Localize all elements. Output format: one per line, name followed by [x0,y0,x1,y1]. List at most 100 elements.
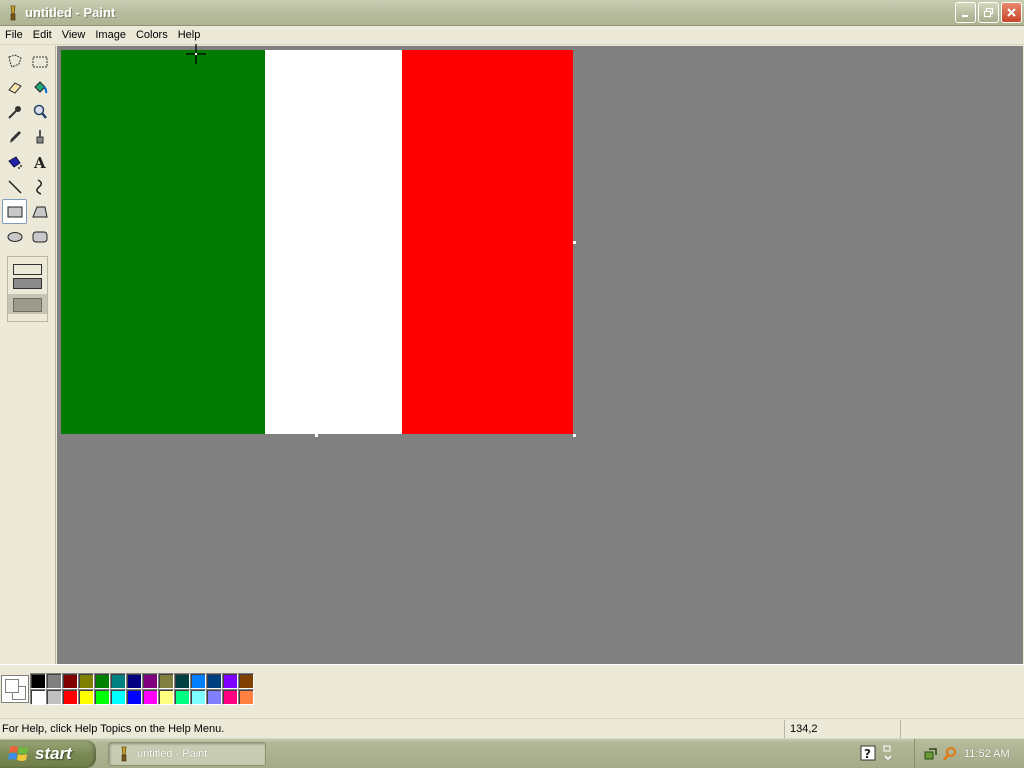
fill-bucket-icon[interactable] [27,74,52,99]
airbrush-icon[interactable] [2,149,27,174]
resize-handle-right[interactable] [573,241,576,244]
paint-app-icon [121,746,127,762]
text-icon[interactable]: A [27,149,52,174]
menu-file[interactable]: File [0,26,28,45]
palette-swatch[interactable] [78,673,94,689]
rounded-rect-icon[interactable] [27,224,52,249]
palette-swatch[interactable] [110,689,126,705]
polygon-icon[interactable] [27,199,52,224]
chevron-down-icon[interactable] [882,744,894,762]
toolbox: A [0,46,56,664]
palette-swatch[interactable] [62,689,78,705]
menu-view[interactable]: View [57,26,91,45]
free-form-select-icon[interactable] [2,49,27,74]
system-tray: 11:52 AM [914,739,1024,768]
rect-select-icon[interactable] [27,49,52,74]
palette-swatch[interactable] [46,689,62,705]
palette-swatch[interactable] [78,689,94,705]
curve-icon[interactable] [27,174,52,199]
palette-swatch[interactable] [110,673,126,689]
canvas-area[interactable] [57,46,1023,664]
palette-swatch-color [95,690,109,704]
svg-text:?: ? [864,747,871,761]
taskbar-item-paint[interactable]: untitled - Paint [108,742,266,766]
palette-swatch[interactable] [222,689,238,705]
color-picker-icon[interactable] [2,99,27,124]
palette-swatch[interactable] [238,673,254,689]
palette-swatch[interactable] [126,673,142,689]
palette-swatch[interactable] [46,673,62,689]
ellipse-icon[interactable] [2,224,27,249]
palette-swatch[interactable] [158,673,174,689]
palette-swatch[interactable] [62,673,78,689]
palette-swatch-color [47,690,61,704]
search-icon[interactable] [942,746,958,762]
palette-swatch-color [31,690,45,704]
svg-text:A: A [33,154,46,171]
palette-swatch[interactable] [190,673,206,689]
palette-swatch[interactable] [174,689,190,705]
palette-swatch[interactable] [158,689,174,705]
current-colors[interactable] [1,675,29,703]
palette-swatch[interactable] [190,689,206,705]
clock: 11:52 AM [964,748,1010,760]
menu-edit[interactable]: Edit [28,26,57,45]
palette-swatch[interactable] [222,673,238,689]
palette-swatch[interactable] [142,673,158,689]
palette-swatch-color [207,690,221,704]
palette-swatch-color [79,674,93,688]
red-stripe[interactable] [402,50,573,434]
restore-button[interactable] [978,2,999,23]
palette-swatch-color [143,674,157,688]
green-stripe[interactable] [61,50,265,434]
crosshair-cursor-icon [186,44,206,64]
palette-swatch[interactable] [206,689,222,705]
pencil-icon[interactable] [2,124,27,149]
palette-swatch-color [127,690,141,704]
foreground-color-swatch[interactable] [5,679,19,693]
drawing-canvas[interactable] [61,50,573,434]
palette-swatch-color [95,674,109,688]
line-icon[interactable] [2,174,27,199]
menu-colors[interactable]: Colors [131,26,173,45]
palette-swatch[interactable] [126,689,142,705]
outline-fill-option[interactable] [13,278,42,289]
start-button[interactable]: start [0,740,96,768]
palette-swatch-color [79,690,93,704]
palette-swatch[interactable] [30,673,46,689]
start-label: start [35,744,72,763]
palette-swatch-color [239,674,253,688]
resize-handle-bottom[interactable] [315,434,318,437]
palette-swatch-color [111,690,125,704]
paint-app-icon[interactable] [5,5,21,21]
palette-swatch[interactable] [238,689,254,705]
palette-swatch[interactable] [174,673,190,689]
palette-swatch-color [207,674,221,688]
palette-swatch[interactable] [142,689,158,705]
outline-only-option[interactable] [13,264,42,275]
network-icon[interactable] [923,746,939,762]
close-button[interactable] [1001,2,1022,23]
palette-swatch[interactable] [94,673,110,689]
white-stripe[interactable] [265,50,402,434]
brush-icon[interactable] [27,124,52,149]
minimize-button[interactable] [955,2,976,23]
palette-swatch[interactable] [94,689,110,705]
palette-swatch[interactable] [206,673,222,689]
window-title: untitled - Paint [25,5,116,20]
menu-image[interactable]: Image [90,26,131,45]
resize-handle-corner[interactable] [573,434,576,437]
fill-only-option[interactable] [13,298,42,312]
eraser-icon[interactable] [2,74,27,99]
palette-swatch-color [127,674,141,688]
palette-swatch[interactable] [30,689,46,705]
taskbar-item-label: untitled - Paint [137,748,208,760]
palette-swatch-color [47,674,61,688]
menu-help[interactable]: Help [173,26,206,45]
rectangle-icon[interactable] [2,199,27,224]
taskbar: start untitled - Paint ? 11:52 AM [0,738,1024,768]
title-bar[interactable]: untitled - Paint [0,0,1024,26]
magnifier-icon[interactable] [27,99,52,124]
help-icon[interactable]: ? [860,745,876,761]
palette-swatch-color [191,690,205,704]
